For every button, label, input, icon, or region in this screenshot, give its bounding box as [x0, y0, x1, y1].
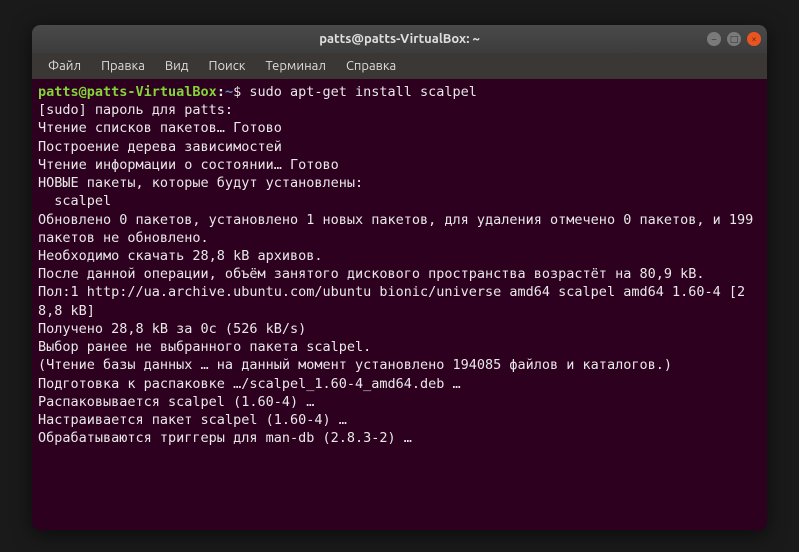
menu-terminal[interactable]: Терминал: [255, 55, 335, 77]
terminal-window: patts@patts-VirtualBox: ~ – □ × Файл Пра…: [32, 25, 767, 530]
menu-view[interactable]: Вид: [155, 55, 199, 77]
prompt-path: ~: [225, 84, 233, 100]
window-controls: – □ ×: [707, 32, 761, 46]
prompt-dollar: $: [233, 84, 241, 100]
terminal-output[interactable]: patts@patts-VirtualBox:~$ sudo apt-get i…: [32, 79, 767, 530]
menu-edit[interactable]: Правка: [91, 55, 155, 77]
menu-file[interactable]: Файл: [38, 55, 91, 77]
close-button[interactable]: ×: [747, 32, 761, 46]
menubar: Файл Правка Вид Поиск Терминал Справка: [32, 53, 767, 79]
menu-help[interactable]: Справка: [336, 55, 406, 77]
titlebar: patts@patts-VirtualBox: ~ – □ ×: [32, 25, 767, 53]
prompt-user-host: patts@patts-VirtualBox: [38, 84, 217, 100]
command-text: sudo apt-get install scalpel: [241, 84, 477, 100]
minimize-button[interactable]: –: [707, 32, 721, 46]
maximize-button[interactable]: □: [727, 32, 741, 46]
prompt-colon: :: [217, 84, 225, 100]
window-title: patts@patts-VirtualBox: ~: [319, 32, 480, 46]
menu-search[interactable]: Поиск: [198, 55, 255, 77]
terminal-output-lines: [sudo] пароль для patts: Чтение списков …: [38, 102, 761, 446]
